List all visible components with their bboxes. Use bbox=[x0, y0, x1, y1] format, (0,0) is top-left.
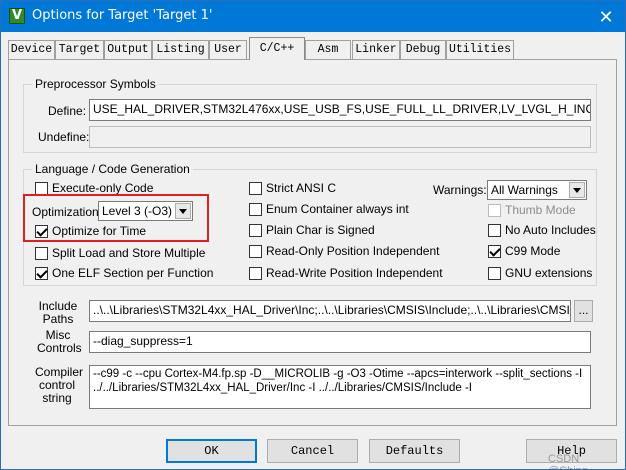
define-input[interactable]: USE_HAL_DRIVER,STM32L476xx,USE_USB_FS,US… bbox=[89, 99, 591, 121]
one-elf-label: One ELF Section per Function bbox=[52, 266, 214, 280]
tab-device[interactable]: Device bbox=[8, 40, 55, 59]
misc-controls-label: Misc Controls bbox=[37, 328, 82, 355]
plain-char-box[interactable] bbox=[249, 224, 262, 237]
cancel-button[interactable]: Cancel bbox=[267, 439, 358, 463]
tab-asm[interactable]: Asm bbox=[305, 40, 351, 59]
gnu-ext-box[interactable] bbox=[488, 267, 501, 280]
tab-utilities[interactable]: Utilities bbox=[446, 40, 514, 59]
tab-c-cpp[interactable]: C/C++ bbox=[249, 37, 305, 60]
tab-output[interactable]: Output bbox=[104, 40, 152, 59]
rw-pi-label: Read-Write Position Independent bbox=[266, 266, 443, 280]
defaults-button[interactable]: Defaults bbox=[369, 439, 460, 463]
warnings-label: Warnings: bbox=[433, 183, 487, 197]
execute-only-label: Execute-only Code bbox=[52, 181, 154, 195]
tab-listing[interactable]: Listing bbox=[152, 40, 209, 59]
ok-button[interactable]: OK bbox=[166, 439, 257, 463]
red-highlight-box bbox=[23, 194, 209, 242]
gnu-ext-label: GNU extensions bbox=[505, 266, 593, 280]
tab-user[interactable]: User bbox=[209, 40, 247, 59]
preprocessor-group-label: Preprocessor Symbols bbox=[32, 77, 159, 91]
misc-controls-input[interactable]: --diag_suppress=1 bbox=[89, 331, 591, 353]
watermark-text: CSDN @Ching- bbox=[548, 453, 592, 469]
enum-container-box[interactable] bbox=[249, 203, 262, 216]
include-browse-button[interactable]: ... bbox=[574, 300, 593, 322]
strict-ansi-label: Strict ANSI C bbox=[266, 181, 337, 195]
include-paths-label: Include Paths bbox=[38, 299, 78, 326]
plain-char-label: Plain Char is Signed bbox=[266, 223, 375, 237]
c99-mode-label: C99 Mode bbox=[505, 244, 561, 258]
warnings-select[interactable]: All Warnings bbox=[487, 180, 587, 200]
compiler-control-label: Compiler control string bbox=[35, 365, 84, 405]
c99-mode-box[interactable] bbox=[488, 245, 501, 258]
compiler-control-string: --c99 -c --cpu Cortex-M4.fp.sp -D__MICRO… bbox=[89, 365, 591, 409]
chevron-down-icon[interactable] bbox=[569, 182, 585, 198]
split-load-label: Split Load and Store Multiple bbox=[52, 246, 206, 260]
undefine-input[interactable] bbox=[89, 126, 591, 148]
define-label: Define: bbox=[48, 104, 87, 118]
close-button[interactable]: ✕ bbox=[591, 5, 621, 29]
rw-pi-box[interactable] bbox=[249, 267, 262, 280]
no-auto-includes-label: No Auto Includes bbox=[505, 223, 596, 237]
warnings-value: All Warnings bbox=[491, 183, 558, 197]
no-auto-includes-box[interactable] bbox=[488, 224, 501, 237]
enum-container-label: Enum Container always int bbox=[266, 202, 409, 216]
thumb-mode-box[interactable] bbox=[488, 204, 501, 217]
ro-pi-box[interactable] bbox=[249, 245, 262, 258]
thumb-mode-label: Thumb Mode bbox=[505, 203, 576, 217]
include-paths-input[interactable]: ..\..\Libraries\STM32L4xx_HAL_Driver\Inc… bbox=[89, 300, 571, 322]
strict-ansi-box[interactable] bbox=[249, 182, 262, 195]
window-title: Options for Target 'Target 1' bbox=[32, 8, 213, 23]
ro-pi-label: Read-Only Position Independent bbox=[266, 244, 440, 258]
title-bar[interactable]: Options for Target 'Target 1' ✕ bbox=[1, 1, 625, 32]
split-load-box[interactable] bbox=[35, 247, 48, 260]
keil-app-icon bbox=[9, 8, 25, 24]
tab-debug[interactable]: Debug bbox=[400, 40, 446, 59]
one-elf-box[interactable] bbox=[35, 267, 48, 280]
undefine-label: Undefine: bbox=[38, 130, 90, 144]
options-dialog: Options for Target 'Target 1' ✕ Device T… bbox=[0, 0, 626, 470]
language-group-label: Language / Code Generation bbox=[32, 162, 193, 176]
tab-target[interactable]: Target bbox=[55, 40, 104, 59]
tab-linker[interactable]: Linker bbox=[352, 40, 400, 59]
